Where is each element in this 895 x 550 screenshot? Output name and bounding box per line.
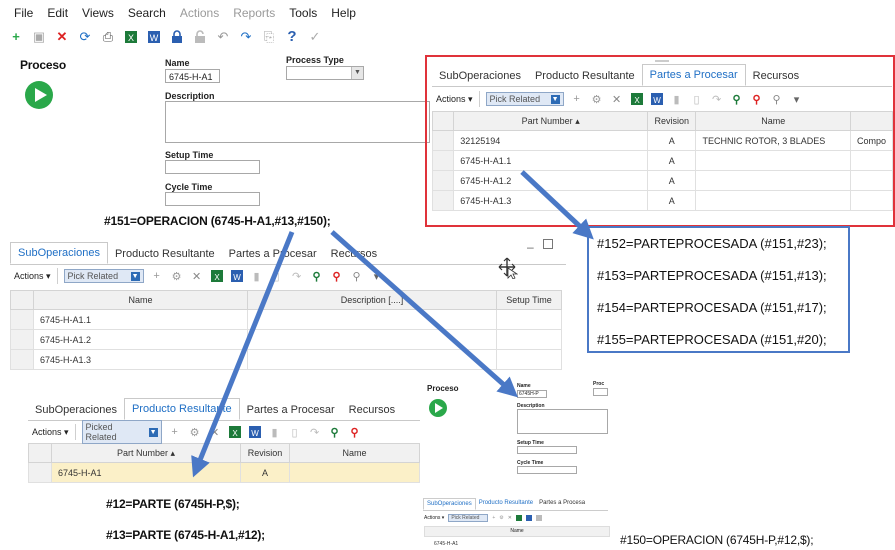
arrow-step151-to-step150 [330,230,518,398]
arrow-parts-to-processed [520,170,594,240]
arrows-overlay [191,170,594,478]
arrow-step151-to-result [191,231,295,478]
